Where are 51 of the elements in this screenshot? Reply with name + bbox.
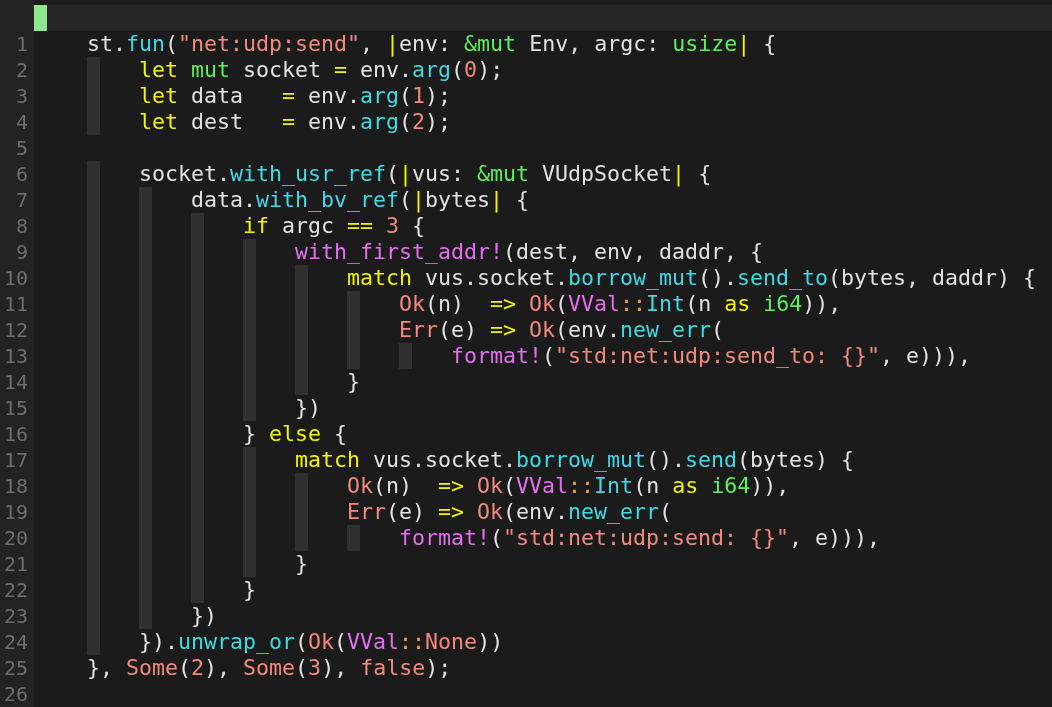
code-line: Err(e) => Ok(env.new_err( <box>399 317 725 343</box>
line-number: 9 <box>15 239 28 265</box>
code-line: } else { <box>243 421 348 447</box>
line-number: 18 <box>3 473 28 499</box>
line-number: 12 <box>3 317 28 343</box>
line-number: 22 <box>3 577 28 603</box>
line-number: 1 <box>15 31 28 57</box>
code-line: let dest = env.arg(2); <box>139 109 452 135</box>
code-line: match vus.socket.borrow_mut().send(bytes) { <box>295 447 855 473</box>
line-number: 11 <box>3 291 28 317</box>
line-number: 13 <box>3 343 28 369</box>
code-line: } <box>295 551 308 577</box>
code-line: match vus.socket.borrow_mut().send_to(bytes, daddr) { <box>347 265 1037 291</box>
line-number: 4 <box>15 109 28 135</box>
code-line: Err(e) => Ok(env.new_err( <box>347 499 673 525</box>
line-number: 25 <box>3 655 28 681</box>
line-number: 8 <box>15 213 28 239</box>
code-line: if argc == 3 { <box>243 213 426 239</box>
line-number: 5 <box>15 135 28 161</box>
code-line: format!("std:net:udp:send_to: {}", e))), <box>451 343 972 369</box>
line-number: 2 <box>15 57 28 83</box>
code-line: Ok(n) => Ok(VVal::Int(n as i64)), <box>347 473 790 499</box>
code-line: }) <box>295 395 321 421</box>
code-line: socket.with_usr_ref(|vus: &mut VUdpSocket| { <box>139 161 712 187</box>
line-number: 24 <box>3 629 28 655</box>
line-number: 23 <box>3 603 28 629</box>
code-line: let data = env.arg(1); <box>139 83 452 109</box>
code-line: let mut socket = env.arg(0); <box>139 57 504 83</box>
line-number: 17 <box>3 447 28 473</box>
code-line: } <box>347 369 360 395</box>
line-number: 14 <box>3 369 28 395</box>
code-line: Ok(n) => Ok(VVal::Int(n as i64)), <box>399 291 842 317</box>
code-line: format!("std:net:udp:send: {}", e))), <box>399 525 881 551</box>
code-line: }, Some(2), Some(3), false); <box>87 655 452 681</box>
line-number: 20 <box>3 525 28 551</box>
line-number: 3 <box>15 83 28 109</box>
code-line: st.fun("net:udp:send", |env: &mut Env, argc: usize| { <box>87 31 777 57</box>
text-cursor <box>34 5 47 31</box>
line-number: 15 <box>3 395 28 421</box>
line-number: 21 <box>3 551 28 577</box>
line-number: 10 <box>3 265 28 291</box>
line-number: 6 <box>15 161 28 187</box>
code-line: }) <box>191 603 217 629</box>
code-line: } <box>243 577 256 603</box>
line-number: 19 <box>3 499 28 525</box>
code-line: }).unwrap_or(Ok(VVal::None)) <box>139 629 504 655</box>
line-number: 26 <box>3 681 28 707</box>
code-line: data.with_bv_ref(|bytes| { <box>191 187 530 213</box>
code-line: with_first_addr!(dest, env, daddr, { <box>295 239 764 265</box>
line-number: 7 <box>15 187 28 213</box>
line-number: 16 <box>3 421 28 447</box>
